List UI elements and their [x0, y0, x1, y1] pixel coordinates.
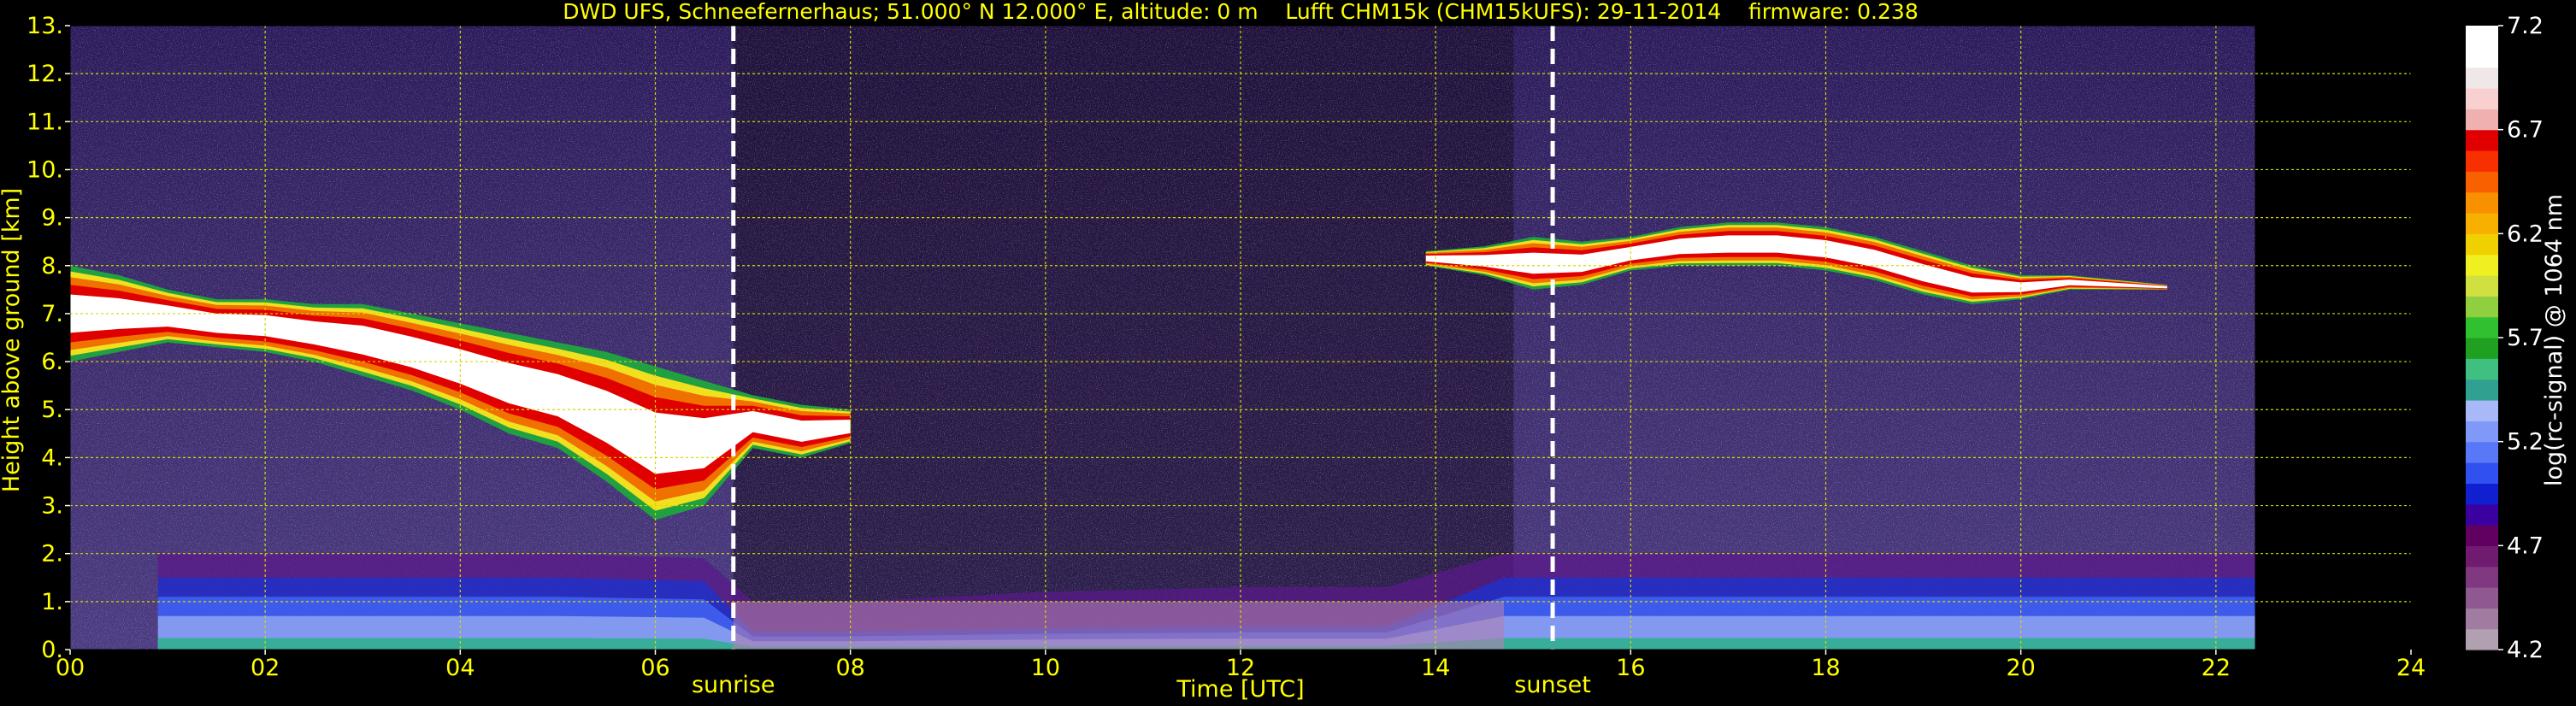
- colorbar-swatch: [2466, 545, 2498, 568]
- colorbar-tick-label: 7.2: [2507, 13, 2544, 39]
- y-axis-ticks: 0. 1. 2. 3. 4. 5. 6. 7. 8. 9. 10. 11. 12. 13.: [27, 13, 70, 663]
- colorbar-swatch: [2466, 213, 2498, 234]
- ceilometer-chart: DWD UFS, Schneefernerhaus; 51.000° N 12.…: [0, 0, 2567, 703]
- colorbar-tick-label: 4.7: [2507, 532, 2544, 559]
- colorbar-swatch: [2466, 379, 2498, 401]
- y-tick-label: 13.: [27, 13, 63, 39]
- x-tick-label: 08: [835, 655, 864, 681]
- colorbar-tick-label: 4.2: [2507, 637, 2544, 663]
- x-tick-label: 10: [1031, 655, 1060, 681]
- colorbar-swatch: [2466, 26, 2498, 47]
- colorbar-ticks: 4.2 4.7 5.2 5.7 6.2 6.7 7.2: [2498, 13, 2544, 663]
- y-tick-label: 10.: [27, 156, 63, 183]
- chart-title: DWD UFS, Schneefernerhaus; 51.000° N 12.…: [563, 0, 1918, 24]
- colorbar-swatch: [2466, 483, 2498, 505]
- y-tick-label: 7.: [41, 301, 63, 327]
- colorbar-swatch: [2466, 88, 2498, 109]
- colorbar-swatch: [2466, 421, 2498, 443]
- x-tick-label: 18: [1811, 655, 1840, 681]
- x-tick-label: 02: [251, 655, 280, 681]
- y-tick-label: 1.: [41, 589, 63, 615]
- colorbar-swatch: [2466, 109, 2498, 131]
- y-tick-label: 6.: [41, 349, 63, 375]
- colorbar-swatch: [2466, 503, 2498, 526]
- colorbar-swatch: [2466, 608, 2498, 630]
- colorbar-swatch: [2466, 316, 2498, 338]
- y-tick-label: 3.: [41, 493, 63, 520]
- x-tick-label: 14: [1421, 655, 1450, 681]
- x-tick-label: 20: [2006, 655, 2035, 681]
- colorbar-swatch: [2466, 275, 2498, 297]
- y-tick-label: 9.: [41, 205, 63, 232]
- colorbar-swatch: [2466, 338, 2498, 359]
- y-tick-label: 0.: [41, 637, 63, 663]
- colorbar-swatch: [2466, 254, 2498, 276]
- colorbar-swatch: [2466, 441, 2498, 463]
- colorbar-swatch: [2466, 171, 2498, 193]
- daytime-aerosol: [733, 601, 1505, 650]
- colorbar-tick-label: 6.7: [2507, 117, 2544, 144]
- sun-labels: sunrise sunset: [692, 672, 1591, 698]
- y-tick-label: 8.: [41, 253, 63, 279]
- sun-label-sunset: sunset: [1514, 672, 1591, 698]
- x-tick-label: 22: [2202, 655, 2231, 681]
- x-tick-label: 06: [640, 655, 669, 681]
- colorbar-tick-label: 6.2: [2507, 221, 2544, 247]
- colorbar-swatch: [2466, 233, 2498, 256]
- x-tick-label: 16: [1616, 655, 1645, 681]
- plot-area: [70, 26, 2411, 650]
- y-tick-label: 11.: [27, 109, 63, 135]
- colorbar-label: log(rc-signal) @ 1064 nm: [2541, 194, 2567, 486]
- colorbar-swatch: [2466, 566, 2498, 588]
- y-tick-label: 5.: [41, 397, 63, 423]
- colorbar-swatch: [2466, 525, 2498, 546]
- colorbar-swatch: [2466, 358, 2498, 380]
- colorbar-swatch: [2466, 67, 2498, 89]
- colorbar-swatch: [2466, 191, 2498, 214]
- colorbar-tick-label: 5.2: [2507, 429, 2544, 456]
- colorbar-swatch: [2466, 296, 2498, 318]
- x-tick-label: 24: [2396, 655, 2426, 681]
- y-tick-label: 2.: [41, 541, 63, 568]
- colorbar-tick-label: 5.7: [2507, 325, 2544, 351]
- x-tick-label: 04: [445, 655, 475, 681]
- colorbar-swatch: [2466, 462, 2498, 484]
- sun-label-sunrise: sunrise: [692, 672, 775, 698]
- y-tick-label: 4.: [41, 444, 63, 471]
- colorbar-swatch: [2466, 587, 2498, 609]
- colorbar-swatch: [2466, 400, 2498, 421]
- colorbar-swatch: [2466, 46, 2498, 68]
- colorbar-swatch: [2466, 129, 2498, 151]
- colorbar: [2466, 26, 2498, 650]
- y-tick-label: 12.: [27, 61, 63, 87]
- colorbar-swatch: [2466, 150, 2498, 172]
- y-axis-label: Height above ground [km]: [0, 188, 25, 492]
- colorbar-swatch: [2466, 628, 2498, 650]
- x-axis-label: Time [UTC]: [1176, 676, 1304, 703]
